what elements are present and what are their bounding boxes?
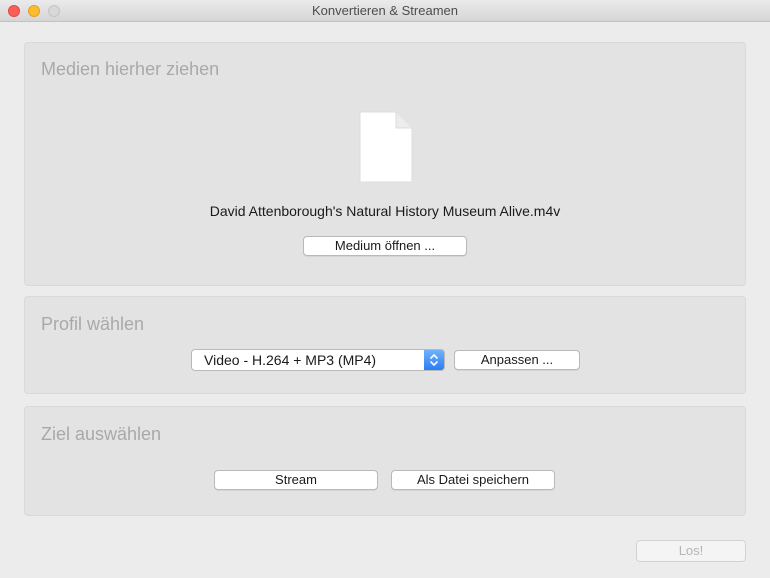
go-button[interactable]: Los! [636,540,746,562]
window-title: Konvertieren & Streamen [312,3,458,18]
destination-panel-title: Ziel auswählen [41,424,162,444]
save-as-file-button[interactable]: Als Datei speichern [391,470,555,490]
media-drop-panel[interactable]: Medien hierher ziehen David Attenborough… [24,42,746,286]
media-panel-title: Medien hierher ziehen [41,59,220,79]
title-bar: Konvertieren & Streamen [0,0,770,22]
profile-panel-title: Profil wählen [41,314,145,334]
profile-panel: Profil wählen Video - H.264 + MP3 (MP4) … [24,296,746,394]
document-icon [359,111,413,183]
customize-profile-button[interactable]: Anpassen ... [454,350,580,370]
select-arrows-icon [424,350,444,370]
profile-select-value: Video - H.264 + MP3 (MP4) [204,352,377,368]
open-media-button[interactable]: Medium öffnen ... [303,236,467,256]
destination-panel: Ziel auswählen Stream Als Datei speicher… [24,406,746,516]
media-filename: David Attenborough's Natural History Mus… [209,203,561,219]
profile-select[interactable]: Video - H.264 + MP3 (MP4) [191,349,445,371]
stream-button[interactable]: Stream [214,470,378,490]
